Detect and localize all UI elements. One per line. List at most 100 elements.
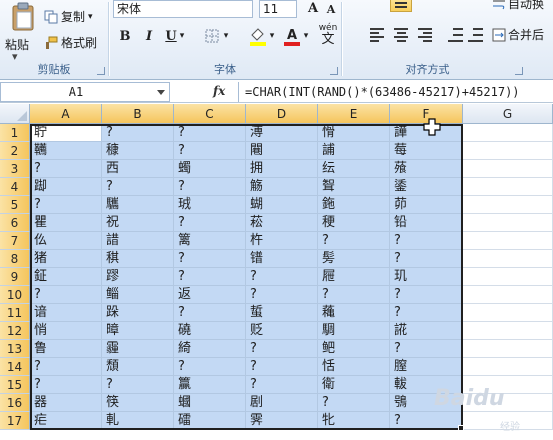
merge-center-button[interactable]: 合并后 [492, 26, 544, 43]
row-header-1[interactable]: 1 [0, 124, 30, 142]
paste-icon[interactable] [10, 2, 36, 32]
cell-e1[interactable]: 愲 [318, 124, 390, 142]
column-header-a[interactable]: A [30, 104, 102, 124]
cell-g11[interactable] [463, 304, 553, 322]
cell-c1[interactable]: ? [174, 124, 246, 142]
row-header-7[interactable]: 7 [0, 232, 30, 250]
cell-e9[interactable]: 屜 [318, 268, 390, 286]
cell-d8[interactable]: 镨 [246, 250, 318, 268]
cell-a11[interactable]: 谙 [30, 304, 102, 322]
cell-c9[interactable]: ? [174, 268, 246, 286]
row-header-12[interactable]: 12 [0, 322, 30, 340]
cell-f10[interactable]: ? [390, 286, 463, 304]
cell-d17[interactable]: 霁 [246, 412, 318, 430]
cell-a6[interactable]: 瞿 [30, 214, 102, 232]
cell-f11[interactable]: ? [390, 304, 463, 322]
cell-c6[interactable]: ? [174, 214, 246, 232]
bottom-align-button[interactable] [416, 0, 438, 14]
phonetic-button[interactable]: wén 文 [317, 24, 339, 48]
cell-b15[interactable]: ? [102, 376, 174, 394]
shrink-font-button[interactable]: A [321, 0, 341, 19]
cell-b12[interactable]: 暲 [102, 322, 174, 340]
cell-g5[interactable] [463, 196, 553, 214]
cell-g9[interactable] [463, 268, 553, 286]
cell-b9[interactable]: 蹘 [102, 268, 174, 286]
cell-c4[interactable]: ? [174, 178, 246, 196]
cell-g13[interactable] [463, 340, 553, 358]
row-header-11[interactable]: 11 [0, 304, 30, 322]
cell-c7[interactable]: 篱 [174, 232, 246, 250]
cell-g1[interactable] [463, 124, 553, 142]
cell-f13[interactable]: ? [390, 340, 463, 358]
cell-e4[interactable]: 聟 [318, 178, 390, 196]
cell-g4[interactable] [463, 178, 553, 196]
align-left-button[interactable] [370, 28, 386, 42]
row-header-9[interactable]: 9 [0, 268, 30, 286]
row-header-15[interactable]: 15 [0, 376, 30, 394]
cell-d11[interactable]: 蜇 [246, 304, 318, 322]
bold-button[interactable]: B [115, 26, 135, 46]
row-header-13[interactable]: 13 [0, 340, 30, 358]
cell-a7[interactable]: 仫 [30, 232, 102, 250]
cell-f14[interactable]: 膣 [390, 358, 463, 376]
cell-c17[interactable]: 礌 [174, 412, 246, 430]
cell-e2[interactable]: 誧 [318, 142, 390, 160]
cell-d15[interactable]: ? [246, 376, 318, 394]
cell-g12[interactable] [463, 322, 553, 340]
cell-d4[interactable]: 觞 [246, 178, 318, 196]
cell-e16[interactable]: ? [318, 394, 390, 412]
cell-a10[interactable]: ? [30, 286, 102, 304]
cell-g6[interactable] [463, 214, 553, 232]
middle-align-button[interactable] [390, 0, 412, 12]
formula-input[interactable]: =CHAR(INT(RAND()*(63486-45217)+45217)) [238, 82, 553, 102]
cell-c13[interactable]: 綺 [174, 340, 246, 358]
copy-dropdown-icon[interactable]: ▾ [88, 12, 93, 22]
name-box[interactable]: A1 [0, 82, 170, 102]
cell-f7[interactable]: ? [390, 232, 463, 250]
cell-c11[interactable]: ? [174, 304, 246, 322]
cell-a8[interactable]: 猪 [30, 250, 102, 268]
font-color-icon[interactable]: A [283, 26, 301, 46]
borders-dropdown-icon[interactable]: ▾ [221, 26, 231, 46]
alignment-launcher-icon[interactable] [515, 67, 523, 75]
cell-e14[interactable]: 恬 [318, 358, 390, 376]
row-header-10[interactable]: 10 [0, 286, 30, 304]
row-header-8[interactable]: 8 [0, 250, 30, 268]
cell-e12[interactable]: 騆 [318, 322, 390, 340]
cell-c10[interactable]: 返 [174, 286, 246, 304]
cell-b16[interactable]: 筷 [102, 394, 174, 412]
fill-color-dropdown-icon[interactable]: ▾ [267, 26, 277, 46]
cell-g3[interactable] [463, 160, 553, 178]
cell-d3[interactable]: 拥 [246, 160, 318, 178]
select-all-corner[interactable] [0, 104, 30, 124]
column-header-e[interactable]: E [318, 104, 390, 124]
cell-b4[interactable]: ? [102, 178, 174, 196]
italic-button[interactable]: I [139, 26, 159, 46]
cell-c12[interactable]: 磽 [174, 322, 246, 340]
cell-b5[interactable]: 驨 [102, 196, 174, 214]
cell-d9[interactable]: ? [246, 268, 318, 286]
cell-b14[interactable]: 頹 [102, 358, 174, 376]
column-header-g[interactable]: G [463, 104, 553, 124]
cell-b2[interactable]: 穅 [102, 142, 174, 160]
cell-f8[interactable]: ? [390, 250, 463, 268]
align-right-button[interactable] [418, 28, 434, 42]
name-box-dropdown-icon[interactable] [157, 90, 165, 95]
cell-g14[interactable] [463, 358, 553, 376]
cell-d6[interactable]: 菘 [246, 214, 318, 232]
cell-b17[interactable]: 軋 [102, 412, 174, 430]
font-size-field[interactable]: 11 [259, 0, 297, 18]
font-name-field[interactable]: 宋体 [113, 0, 253, 18]
column-header-c[interactable]: C [174, 104, 246, 124]
cell-a15[interactable]: ? [30, 376, 102, 394]
row-header-2[interactable]: 2 [0, 142, 30, 160]
row-header-6[interactable]: 6 [0, 214, 30, 232]
cell-f6[interactable]: 铅 [390, 214, 463, 232]
cell-d16[interactable]: 剧 [246, 394, 318, 412]
cell-a9[interactable]: 鉦 [30, 268, 102, 286]
cell-e3[interactable]: 纭 [318, 160, 390, 178]
row-header-17[interactable]: 17 [0, 412, 30, 430]
row-header-5[interactable]: 5 [0, 196, 30, 214]
copy-button[interactable]: 复制 ▾ [44, 8, 93, 25]
cell-e17[interactable]: 牝 [318, 412, 390, 430]
